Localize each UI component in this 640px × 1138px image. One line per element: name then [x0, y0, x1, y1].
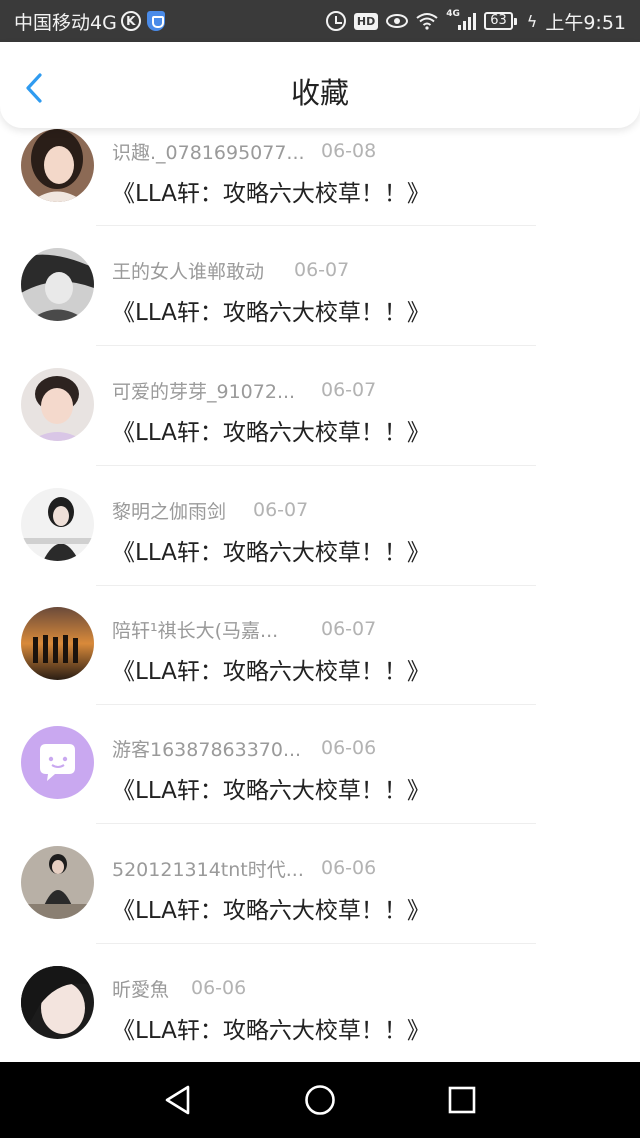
shield-icon: [146, 11, 165, 31]
item-meta: 识趣._0781695077... 06-08: [112, 136, 376, 166]
item-title: 《LLA轩：攻略六大校草！！》: [112, 420, 430, 446]
battery-icon: 63: [484, 12, 517, 30]
alarm-icon: [325, 11, 346, 31]
nav-back-button[interactable]: [158, 1080, 198, 1120]
avatar: [21, 966, 94, 1039]
divider: [96, 345, 536, 346]
item-title: 《LLA轩：攻略六大校草！！》: [112, 540, 430, 566]
item-date: 06-08: [321, 140, 377, 162]
avatar: [21, 248, 94, 321]
item-meta: 游客16387863370... 06-06: [112, 733, 376, 763]
item-title: 《LLA轩：攻略六大校草！！》: [112, 898, 430, 924]
header: 收藏: [0, 42, 640, 128]
item-date: 06-07: [321, 618, 377, 640]
list-item[interactable]: 可爱的芽芽_91072... 06-07 《LLA轩：攻略六大校草！！》: [0, 356, 640, 476]
avatar: [21, 488, 94, 561]
divider: [96, 704, 536, 705]
item-date: 06-06: [321, 737, 377, 759]
hd-icon: HD: [353, 12, 379, 30]
avatar: [21, 607, 94, 680]
list-item[interactable]: 黎明之伽雨剑 06-07 《LLA轩：攻略六大校草！！》: [0, 476, 640, 596]
list-item[interactable]: 王的女人谁郸敢动 06-07 《LLA轩：攻略六大校草！！》: [0, 236, 640, 356]
avatar: [21, 129, 94, 202]
item-date: 06-07: [321, 379, 377, 401]
charging-icon: ϟ: [526, 11, 538, 31]
item-title: 《LLA轩：攻略六大校草！！》: [112, 300, 430, 326]
status-bar-right: HD 4G 63 ϟ 上午9:51: [325, 8, 626, 34]
author-name: 识趣._0781695077...: [112, 141, 305, 164]
nav-home-button[interactable]: [300, 1080, 340, 1120]
divider: [96, 585, 536, 586]
author-name: 昕愛魚: [112, 978, 170, 1001]
item-title: 《LLA轩：攻略六大校草！！》: [112, 181, 430, 207]
item-meta: 王的女人谁郸敢动 06-07: [112, 255, 349, 285]
system-nav-bar: [0, 1062, 640, 1138]
item-title: 《LLA轩：攻略六大校草！！》: [112, 1018, 430, 1044]
author-name: 520121314tnt时代...: [112, 858, 304, 881]
item-title: 《LLA轩：攻略六大校草！！》: [112, 659, 430, 685]
carrier-label: 中国移动4G: [14, 11, 117, 34]
divider: [96, 465, 536, 466]
author-name: 游客16387863370...: [112, 738, 302, 761]
item-date: 06-07: [253, 499, 309, 521]
k-badge-icon: K: [120, 11, 141, 31]
divider: [96, 943, 536, 944]
circle-home-icon: [305, 1085, 335, 1115]
guest-avatar: [21, 726, 94, 799]
status-bar-left: 中国移动4G K: [14, 8, 165, 34]
favorites-list: 识趣._0781695077... 06-08 《LLA轩：攻略六大校草！！》 …: [0, 128, 640, 1062]
author-name: 可爱的芽芽_91072...: [112, 380, 296, 403]
eye-icon: [386, 14, 409, 28]
list-item[interactable]: 520121314tnt时代... 06-06 《LLA轩：攻略六大校草！！》: [0, 836, 640, 956]
item-meta: 黎明之伽雨剑 06-07: [112, 495, 308, 525]
item-title: 《LLA轩：攻略六大校草！！》: [112, 778, 430, 804]
status-bar: 中国移动4G K HD 4G 63 ϟ 上午9:51: [0, 0, 640, 42]
item-date: 06-06: [191, 977, 247, 999]
avatar: [21, 368, 94, 441]
square-recents-icon: [448, 1086, 476, 1114]
list-item[interactable]: 昕愛魚 06-06 《LLA轩：攻略六大校草！！》: [0, 956, 640, 1062]
list-item[interactable]: 游客16387863370... 06-06 《LLA轩：攻略六大校草！！》: [0, 716, 640, 836]
wifi-icon: [416, 13, 438, 30]
list-item[interactable]: 识趣._0781695077... 06-08 《LLA轩：攻略六大校草！！》: [0, 128, 640, 236]
item-date: 06-06: [321, 857, 377, 879]
item-meta: 陪轩¹祺长大(马嘉... 06-07: [112, 614, 376, 644]
clock-time: 上午9:51: [545, 11, 626, 34]
triangle-back-icon: [165, 1085, 190, 1115]
item-meta: 可爱的芽芽_91072... 06-07: [112, 375, 376, 405]
author-name: 黎明之伽雨剑: [112, 500, 227, 523]
item-meta: 520121314tnt时代... 06-06: [112, 853, 376, 883]
author-name: 陪轩¹祺长大(马嘉...: [112, 619, 279, 642]
network-type-label: 4G: [446, 9, 460, 19]
battery-level: 63: [490, 13, 507, 28]
author-name: 王的女人谁郸敢动: [112, 260, 265, 283]
signal-icon: 4G: [446, 9, 477, 30]
nav-recents-button[interactable]: [442, 1080, 482, 1120]
avatar: [21, 846, 94, 919]
divider: [96, 225, 536, 226]
list-item[interactable]: 陪轩¹祺长大(马嘉... 06-07 《LLA轩：攻略六大校草！！》: [0, 596, 640, 716]
item-meta: 昕愛魚 06-06: [112, 973, 246, 1003]
page-title: 收藏: [290, 76, 349, 110]
divider: [96, 823, 536, 824]
item-date: 06-07: [294, 259, 350, 281]
